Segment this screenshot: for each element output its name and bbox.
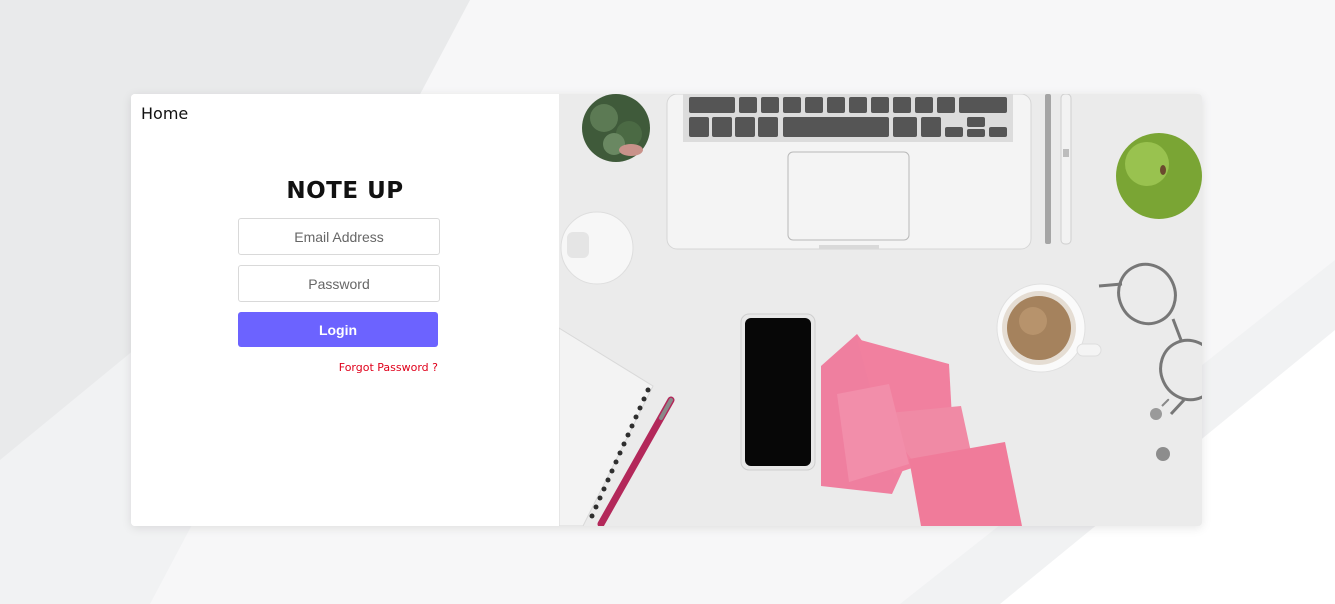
login-button[interactable]: Login [238, 312, 438, 347]
plant-icon [582, 94, 650, 162]
home-link[interactable]: Home [141, 104, 188, 123]
desk-workspace-illustration [559, 94, 1202, 526]
bottle-icon [560, 211, 634, 285]
apple-icon [1116, 133, 1202, 219]
hero-image [559, 94, 1202, 526]
password-field[interactable] [238, 265, 440, 302]
login-panel: Home NOTE UP Login Forgot Password ? [131, 94, 559, 526]
laptop-icon [666, 94, 1032, 250]
email-field[interactable] [238, 218, 440, 255]
forgot-password-link[interactable]: Forgot Password ? [339, 361, 438, 374]
brand-title: NOTE UP [286, 178, 404, 204]
login-card: Home NOTE UP Login Forgot Password ? [131, 94, 1202, 526]
phone-icon [740, 313, 816, 471]
